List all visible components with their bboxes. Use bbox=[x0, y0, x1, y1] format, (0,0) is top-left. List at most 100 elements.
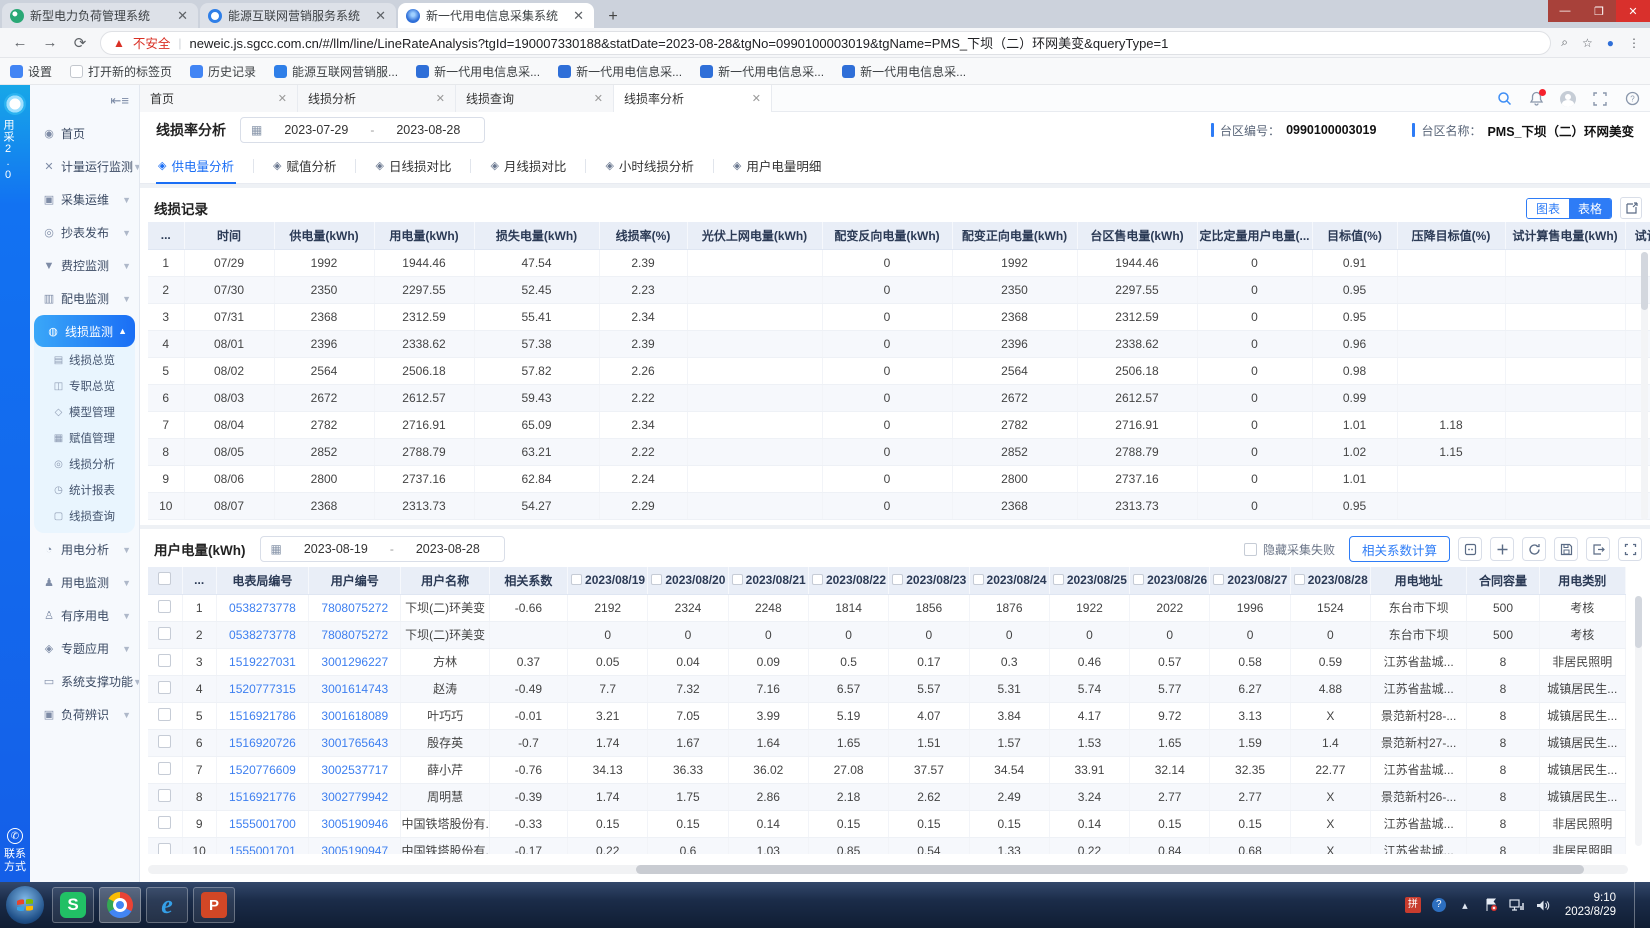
tab-close-icon[interactable]: ✕ bbox=[175, 8, 190, 24]
user-date-header[interactable]: 2023/08/25 bbox=[1049, 567, 1129, 594]
loss-date-start[interactable]: 2023-07-29 bbox=[270, 123, 362, 137]
user-date-start[interactable]: 2023-08-19 bbox=[290, 542, 382, 556]
app-tab-close-icon[interactable]: ✕ bbox=[436, 92, 445, 105]
loss-column-header[interactable]: 线损率(%) bbox=[599, 222, 687, 249]
bookmark-item[interactable]: 设置 bbox=[10, 63, 52, 80]
horizontal-scrollbar-thumb[interactable] bbox=[636, 865, 1583, 874]
user-no-link[interactable]: 3001614743 bbox=[309, 675, 401, 702]
app-tab-close-icon[interactable]: ✕ bbox=[752, 92, 761, 105]
user-column-header[interactable]: 用电地址 bbox=[1371, 567, 1467, 594]
user-date-header[interactable]: 2023/08/21 bbox=[728, 567, 808, 594]
user-no-link[interactable]: 3001296227 bbox=[309, 648, 401, 675]
sidebar-item-首页[interactable]: ◉首页 bbox=[30, 117, 139, 150]
subtab-月线损对比[interactable]: ◈月线损对比 bbox=[488, 148, 568, 184]
subtab-日线损对比[interactable]: ◈日线损对比 bbox=[373, 148, 453, 184]
user-column-header[interactable]: 合同容量 bbox=[1467, 567, 1539, 594]
row-checkbox[interactable] bbox=[158, 762, 171, 775]
network-icon[interactable] bbox=[1509, 897, 1525, 913]
sidebar-item-负荷辨识[interactable]: ▣负荷辨识▼ bbox=[30, 698, 139, 731]
tab-close-icon[interactable]: ✕ bbox=[373, 8, 388, 24]
meter-no-link[interactable]: 1516921786 bbox=[216, 702, 308, 729]
meter-no-link[interactable]: 1519227031 bbox=[216, 648, 308, 675]
user-column-header[interactable]: 用户编号 bbox=[309, 567, 401, 594]
loss-column-header[interactable]: 压降目标值(%) bbox=[1397, 222, 1505, 249]
bookmark-item[interactable]: 能源互联网营销服... bbox=[274, 63, 398, 80]
loss-column-header[interactable]: 定比定量用户电量(... bbox=[1197, 222, 1312, 249]
hide-fail-checkbox[interactable]: 隐藏采集失败 bbox=[1244, 541, 1335, 558]
loss-column-header[interactable]: 损失电量(kWh) bbox=[474, 222, 599, 249]
row-select-cell[interactable] bbox=[148, 837, 182, 854]
loss-column-header[interactable]: 目标值(%) bbox=[1312, 222, 1397, 249]
row-checkbox[interactable] bbox=[158, 681, 171, 694]
user-no-link[interactable]: 3005190946 bbox=[309, 810, 401, 837]
date-column-checkbox[interactable] bbox=[1294, 574, 1305, 585]
sidebar-subitem-线损分析[interactable]: ◎线损分析 bbox=[34, 451, 135, 477]
browser-tab[interactable]: 新型电力负荷管理系统✕ bbox=[2, 3, 198, 28]
start-button[interactable] bbox=[6, 886, 44, 924]
user-date-header[interactable]: 2023/08/19 bbox=[568, 567, 648, 594]
notification-bell-icon[interactable] bbox=[1528, 91, 1544, 107]
user-date-header[interactable]: 2023/08/23 bbox=[889, 567, 969, 594]
bookmark-item[interactable]: 新一代用电信息采... bbox=[700, 63, 824, 80]
row-select-cell[interactable] bbox=[148, 756, 182, 783]
row-checkbox[interactable] bbox=[158, 816, 171, 829]
user-column-header[interactable]: ... bbox=[182, 567, 216, 594]
sidebar-item-计量运行监测[interactable]: ✕计量运行监测▼ bbox=[30, 150, 139, 183]
row-select-cell[interactable] bbox=[148, 729, 182, 756]
date-column-checkbox[interactable] bbox=[973, 574, 984, 585]
user-no-link[interactable]: 3001618089 bbox=[309, 702, 401, 729]
user-date-header[interactable]: 2023/08/24 bbox=[969, 567, 1049, 594]
row-checkbox[interactable] bbox=[158, 654, 171, 667]
url-text[interactable]: neweic.js.sgcc.com.cn/#/llm/line/LineRat… bbox=[190, 33, 1169, 52]
loss-date-range-picker[interactable]: ▦ 2023-07-29 - 2023-08-28 bbox=[240, 117, 485, 143]
date-column-checkbox[interactable] bbox=[1053, 574, 1064, 585]
maximize-button[interactable]: ❐ bbox=[1582, 0, 1616, 22]
user-date-header[interactable]: 2023/08/28 bbox=[1290, 567, 1370, 594]
taskbar-clock[interactable]: 9:10 2023/8/29 bbox=[1565, 891, 1616, 919]
search-icon[interactable] bbox=[1496, 91, 1512, 107]
date-column-checkbox[interactable] bbox=[1213, 574, 1224, 585]
user-no-link[interactable]: 7808075272 bbox=[309, 621, 401, 648]
bookmark-item[interactable]: 新一代用电信息采... bbox=[416, 63, 540, 80]
loss-column-header[interactable]: 供电量(kWh) bbox=[274, 222, 374, 249]
meter-no-link[interactable]: 1516921776 bbox=[216, 783, 308, 810]
app-tab-线损分析[interactable]: 线损分析✕ bbox=[298, 85, 456, 112]
sidebar-item-有序用电[interactable]: ♙有序用电▼ bbox=[30, 599, 139, 632]
contact-button[interactable]: ✆ 联系方式 bbox=[0, 828, 30, 874]
column-settings-icon[interactable] bbox=[1458, 537, 1482, 561]
app-tab-close-icon[interactable]: ✕ bbox=[278, 92, 287, 105]
sidebar-subitem-赋值管理[interactable]: ▦赋值管理 bbox=[34, 425, 135, 451]
row-select-cell[interactable] bbox=[148, 594, 182, 621]
sidebar-item-专题应用[interactable]: ◈专题应用▼ bbox=[30, 632, 139, 665]
bookmark-item[interactable]: 历史记录 bbox=[190, 63, 256, 80]
sidebar-item-线损监测[interactable]: ◍线损监测▲ bbox=[34, 315, 135, 347]
row-select-cell[interactable] bbox=[148, 783, 182, 810]
user-column-header[interactable]: 用电类别 bbox=[1539, 567, 1625, 594]
sidebar-subitem-专职总览[interactable]: ◫专职总览 bbox=[34, 373, 135, 399]
taskbar-app-wechat-work[interactable]: S bbox=[52, 887, 94, 923]
tray-expand-icon[interactable]: ▴ bbox=[1457, 897, 1473, 913]
sidebar-item-抄表发布[interactable]: ◎抄表发布▼ bbox=[30, 216, 139, 249]
loss-date-end[interactable]: 2023-08-28 bbox=[382, 123, 474, 137]
sidebar-collapse-icon[interactable]: ⇤≡ bbox=[111, 93, 129, 109]
user-date-end[interactable]: 2023-08-28 bbox=[402, 542, 494, 556]
horizontal-scrollbar[interactable] bbox=[148, 865, 1628, 874]
browser-tab[interactable]: 新一代用电信息采集系统✕ bbox=[398, 3, 594, 28]
date-column-checkbox[interactable] bbox=[892, 574, 903, 585]
browser-tab[interactable]: 能源互联网营销服务系统✕ bbox=[200, 3, 396, 28]
user-date-header[interactable]: 2023/08/27 bbox=[1210, 567, 1290, 594]
loss-column-header[interactable]: ... bbox=[148, 222, 184, 249]
meter-no-link[interactable]: 1520776609 bbox=[216, 756, 308, 783]
reload-icon[interactable]: ⟳ bbox=[70, 34, 90, 52]
meter-no-link[interactable]: 1555001701 bbox=[216, 837, 308, 854]
table-view-button[interactable]: 表格 bbox=[1569, 199, 1611, 218]
input-method-icon[interactable]: 拼 bbox=[1405, 897, 1421, 913]
action-center-flag-icon[interactable] bbox=[1483, 897, 1499, 913]
row-checkbox[interactable] bbox=[158, 735, 171, 748]
loss-table-scrollbar[interactable] bbox=[1641, 252, 1648, 520]
user-no-link[interactable]: 7808075272 bbox=[309, 594, 401, 621]
sidebar-item-用电监测[interactable]: ♟用电监测▼ bbox=[30, 566, 139, 599]
select-all-checkbox[interactable] bbox=[158, 572, 171, 585]
sidebar-item-配电监测[interactable]: ▥配电监测▼ bbox=[30, 282, 139, 315]
user-no-link[interactable]: 3002779942 bbox=[309, 783, 401, 810]
